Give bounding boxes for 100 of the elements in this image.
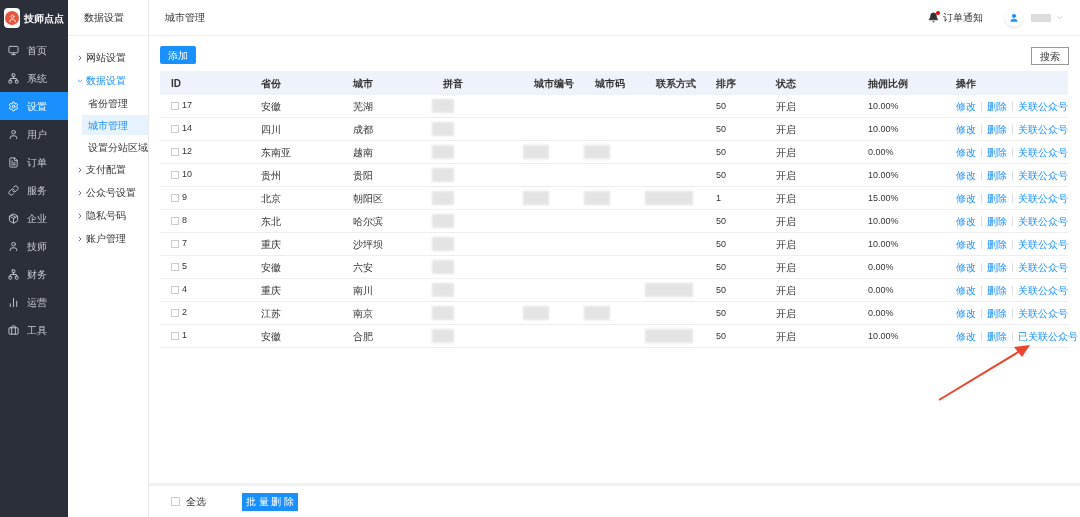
table-cell: 合肥: [353, 330, 373, 342]
table-cell: 北京: [261, 192, 281, 204]
row-checkbox[interactable]: [171, 102, 179, 110]
submenu-item[interactable]: 网站设置: [68, 46, 148, 69]
row-checkbox[interactable]: [171, 286, 179, 294]
row-checkbox[interactable]: [171, 309, 179, 317]
table-cell: 50: [716, 331, 726, 342]
action-link[interactable]: 关联公众号: [1018, 98, 1068, 114]
table-cell: 成都: [353, 123, 373, 135]
table-cell: 50: [716, 262, 726, 273]
action-link[interactable]: 关联公众号: [1018, 167, 1068, 183]
action-link[interactable]: 删除: [987, 236, 1007, 252]
row-checkbox[interactable]: [171, 263, 179, 271]
action-link[interactable]: 关联公众号: [1018, 121, 1068, 137]
chevron-right-icon: [76, 53, 84, 62]
settings-icon: [8, 100, 19, 112]
submenu-subitem[interactable]: 城市管理: [82, 115, 148, 135]
logo-icon: [4, 8, 20, 28]
blurred-placeholder: [645, 283, 693, 297]
blurred-placeholder: [432, 329, 454, 343]
search-button[interactable]: 搜索: [1031, 47, 1069, 65]
action-link[interactable]: 修改: [956, 144, 976, 160]
submenu-item[interactable]: 数据设置: [68, 69, 148, 92]
action-link[interactable]: 删除: [987, 144, 1007, 160]
nav-item[interactable]: 用户: [0, 120, 68, 148]
nav-item[interactable]: 首页: [0, 36, 68, 64]
table-cell: 50: [716, 101, 726, 112]
submenu-item[interactable]: 隐私号码: [68, 204, 148, 227]
action-link[interactable]: 修改: [956, 236, 976, 252]
blurred-placeholder: [523, 306, 549, 320]
row-checkbox[interactable]: [171, 240, 179, 248]
action-link[interactable]: 关联公众号: [1018, 236, 1068, 252]
nav-item[interactable]: 工具: [0, 316, 68, 344]
avatar-icon[interactable]: [1005, 8, 1023, 27]
submenu-item[interactable]: 账户管理: [68, 227, 148, 250]
table-cell: 9: [182, 191, 187, 205]
nav-item[interactable]: 财务: [0, 260, 68, 288]
row-checkbox[interactable]: [171, 125, 179, 133]
table-cell: 开启: [776, 307, 796, 319]
action-link[interactable]: 修改: [956, 259, 976, 275]
table-cell: 1: [182, 329, 187, 343]
action-link[interactable]: 修改: [956, 121, 976, 137]
nav-item[interactable]: 系统: [0, 64, 68, 92]
action-link[interactable]: 删除: [987, 98, 1007, 114]
nav-item[interactable]: 服务: [0, 176, 68, 204]
action-link[interactable]: 关联公众号: [1018, 213, 1068, 229]
nav-item[interactable]: 运营: [0, 288, 68, 316]
action-link[interactable]: 关联公众号: [1018, 144, 1068, 160]
action-link[interactable]: 删除: [987, 190, 1007, 206]
action-link[interactable]: 修改: [956, 328, 976, 344]
table-cell: 15.00%: [868, 193, 899, 204]
table-cell: 10.00%: [868, 124, 899, 135]
action-link[interactable]: 删除: [987, 305, 1007, 321]
action-link[interactable]: 修改: [956, 213, 976, 229]
action-link[interactable]: 删除: [987, 167, 1007, 183]
chevron-right-icon: [76, 234, 84, 243]
select-all-checkbox[interactable]: 全选: [171, 494, 206, 509]
action-link[interactable]: 删除: [987, 213, 1007, 229]
action-link[interactable]: 修改: [956, 167, 976, 183]
action-link[interactable]: 删除: [987, 121, 1007, 137]
nav-item[interactable]: 设置: [0, 92, 68, 120]
link-icon: [8, 184, 19, 196]
breadcrumb: 城市管理: [165, 11, 205, 25]
action-link[interactable]: 修改: [956, 190, 976, 206]
table-cell: 0.00%: [868, 262, 894, 273]
caret-icon[interactable]: [1055, 13, 1064, 22]
action-link[interactable]: 删除: [987, 282, 1007, 298]
table-cell: 江苏: [261, 307, 281, 319]
action-link[interactable]: 关联公众号: [1018, 190, 1068, 206]
notification-button[interactable]: 订单通知: [928, 10, 983, 25]
row-checkbox[interactable]: [171, 217, 179, 225]
submenu-subitem[interactable]: 省份管理: [82, 93, 148, 113]
action-link[interactable]: 关联公众号: [1018, 282, 1068, 298]
action-link[interactable]: 修改: [956, 98, 976, 114]
blurred-placeholder: [432, 145, 454, 159]
nav-item[interactable]: 技师: [0, 232, 68, 260]
add-button[interactable]: 添加: [160, 46, 196, 64]
table-cell: 重庆: [261, 284, 281, 296]
action-link[interactable]: 关联公众号: [1018, 305, 1068, 321]
row-checkbox[interactable]: [171, 194, 179, 202]
row-checkbox[interactable]: [171, 148, 179, 156]
action-link[interactable]: 已关联公众号: [1018, 328, 1078, 344]
submenu-item[interactable]: 公众号设置: [68, 181, 148, 204]
submenu-subitem[interactable]: 设置分站区域: [82, 137, 148, 157]
action-link[interactable]: 删除: [987, 328, 1007, 344]
row-checkbox[interactable]: [171, 332, 179, 340]
batch-delete-button[interactable]: 批 量 删 除: [242, 492, 298, 511]
row-checkbox[interactable]: [171, 171, 179, 179]
submenu-item[interactable]: 支付配置: [68, 158, 148, 181]
blurred-placeholder: [432, 99, 454, 113]
action-link[interactable]: 删除: [987, 259, 1007, 275]
submenu-title: 数据设置: [84, 11, 124, 25]
nav-item[interactable]: 订单: [0, 148, 68, 176]
action-link[interactable]: 修改: [956, 305, 976, 321]
chevron-right-icon: [76, 188, 84, 197]
action-link[interactable]: 关联公众号: [1018, 259, 1068, 275]
document-icon: [8, 156, 19, 168]
nav-item[interactable]: 企业: [0, 204, 68, 232]
table-cell: 南川: [353, 284, 373, 296]
action-link[interactable]: 修改: [956, 282, 976, 298]
